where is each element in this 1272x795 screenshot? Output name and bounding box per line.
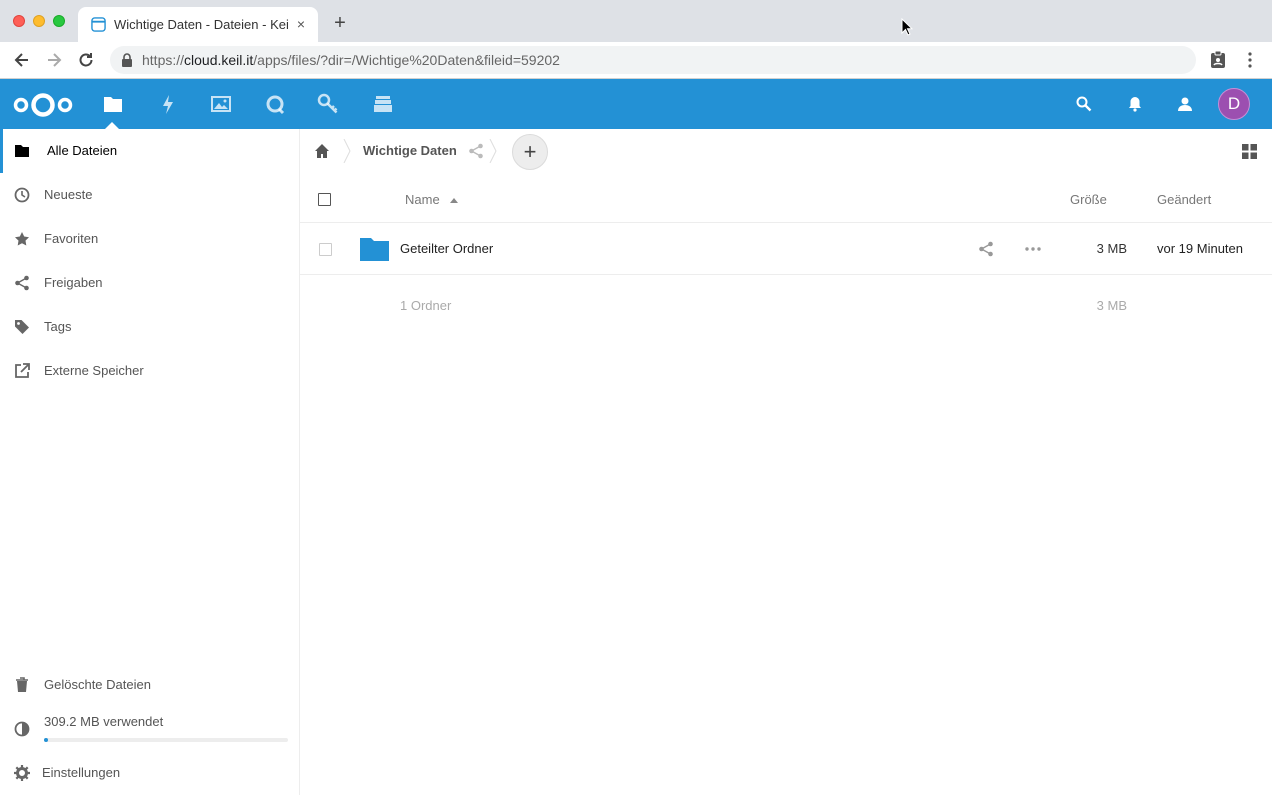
sidebar-item-shares[interactable]: Freigaben — [0, 261, 299, 305]
more-actions-icon[interactable] — [1024, 241, 1042, 257]
notifications-bell-icon[interactable] — [1126, 95, 1144, 113]
passwords-key-icon[interactable] — [317, 93, 339, 115]
sidebar-item-label: Freigaben — [44, 275, 103, 290]
file-name[interactable]: Geteilter Ordner — [400, 241, 493, 256]
breadcrumb-separator-icon — [489, 139, 497, 163]
file-size: 3 MB — [1096, 241, 1127, 256]
clipboard-extension-icon[interactable] — [1208, 50, 1228, 70]
sidebar-item-label: Alle Dateien — [47, 143, 118, 158]
activity-icon[interactable] — [157, 93, 179, 115]
app-header — [0, 79, 1272, 129]
app-content: Wichtige Daten + Name Größe Geändert Get… — [300, 129, 1272, 795]
tab-close-icon[interactable]: × — [294, 16, 308, 32]
url-host: cloud.keil.it — [184, 52, 254, 68]
star-icon — [15, 232, 29, 246]
sidebar-quota: 309.2 MB verwendet — [0, 707, 299, 751]
lock-icon — [122, 53, 132, 67]
sidebar-item-label: Neueste — [44, 187, 93, 202]
row-select-checkbox[interactable] — [319, 243, 332, 256]
sort-ascending-icon — [450, 198, 458, 203]
summary-size: 3 MB — [1096, 298, 1127, 313]
maximize-window-button[interactable] — [53, 15, 65, 27]
breadcrumb-current[interactable]: Wichtige Daten — [363, 143, 457, 158]
column-name-header[interactable]: Name — [405, 192, 440, 207]
sidebar-item-label: Einstellungen — [42, 765, 121, 780]
mouse-cursor-icon — [901, 18, 913, 36]
quota-pie-icon — [14, 721, 30, 737]
column-modified-header[interactable]: Geändert — [1157, 192, 1211, 207]
table-row[interactable]: Geteilter Ordner 3 MB vor 19 Minuten — [300, 224, 1272, 275]
contacts-icon[interactable] — [1176, 95, 1194, 113]
gear-icon — [14, 765, 30, 781]
sidebar-item-external-storage[interactable]: Externe Speicher — [0, 349, 299, 393]
new-tab-button[interactable]: + — [330, 13, 350, 33]
sidebar-item-label: Favoriten — [44, 231, 99, 246]
minimize-window-button[interactable] — [33, 15, 45, 27]
sidebar-item-settings[interactable]: Einstellungen — [0, 751, 299, 795]
url-scheme: https:// — [142, 52, 185, 68]
address-bar[interactable]: https://cloud.keil.it/apps/files/?dir=/W… — [110, 46, 1196, 74]
share-icon[interactable] — [978, 241, 994, 257]
breadcrumb: Wichtige Daten + — [300, 129, 1272, 173]
files-favicon-icon — [91, 17, 106, 32]
user-avatar[interactable]: D — [1218, 88, 1250, 120]
share-icon[interactable] — [468, 143, 484, 159]
browser-menu-icon[interactable] — [1240, 50, 1260, 70]
tab-bar: Wichtige Daten - Dateien - Kei × + — [0, 0, 1272, 42]
search-icon[interactable] — [1075, 95, 1093, 113]
browser-tab[interactable]: Wichtige Daten - Dateien - Kei × — [78, 7, 318, 42]
back-arrow-icon[interactable] — [12, 50, 32, 70]
files-app-icon[interactable] — [102, 93, 124, 115]
deck-icon[interactable] — [372, 93, 394, 115]
sidebar-item-label: Gelöschte Dateien — [44, 677, 151, 692]
clock-icon — [14, 187, 30, 203]
url-path: /apps/files/?dir=/Wichtige%20Daten&filei… — [253, 52, 560, 68]
trash-icon — [16, 677, 28, 692]
home-icon[interactable] — [314, 143, 330, 159]
column-size-header[interactable]: Größe — [1070, 192, 1107, 207]
tab-title: Wichtige Daten - Dateien - Kei — [114, 17, 289, 32]
browser-chrome: Wichtige Daten - Dateien - Kei × + https… — [0, 0, 1272, 79]
reload-icon[interactable] — [76, 50, 96, 70]
sidebar-item-all-files[interactable]: Alle Dateien — [0, 129, 299, 173]
breadcrumb-separator-icon — [343, 139, 351, 163]
active-app-indicator — [105, 122, 119, 129]
select-all-checkbox[interactable] — [318, 193, 331, 206]
quota-progress-fill — [44, 738, 48, 742]
talk-icon[interactable] — [264, 93, 286, 115]
sidebar-item-recent[interactable]: Neueste — [0, 173, 299, 217]
new-file-button[interactable]: + — [512, 134, 548, 170]
quota-label: 309.2 MB verwendet — [44, 714, 164, 729]
grid-view-icon[interactable] — [1242, 144, 1257, 159]
sidebar-item-deleted-files[interactable]: Gelöschte Dateien — [0, 663, 299, 707]
forward-arrow-icon[interactable] — [44, 50, 64, 70]
file-modified: vor 19 Minuten — [1157, 241, 1243, 256]
sidebar-item-label: Externe Speicher — [44, 363, 144, 378]
url-text: https://cloud.keil.it/apps/files/?dir=/W… — [142, 52, 560, 68]
file-list-summary: 1 Ordner 3 MB — [300, 289, 1272, 319]
file-list-header: Name Größe Geändert — [300, 179, 1272, 223]
nextcloud-logo-icon[interactable] — [12, 90, 74, 120]
quota-progress-bar — [44, 738, 288, 742]
sidebar-item-label: Tags — [44, 319, 72, 334]
sidebar-item-tags[interactable]: Tags — [0, 305, 299, 349]
folder-icon — [15, 145, 29, 157]
sidebar-item-favorites[interactable]: Favoriten — [0, 217, 299, 261]
summary-count: 1 Ordner — [400, 298, 452, 313]
app-navigation: Alle Dateien Neueste Favoriten Freigaben… — [0, 129, 300, 795]
share-icon — [15, 275, 29, 291]
external-icon — [15, 363, 30, 378]
tag-icon — [15, 320, 29, 334]
photos-icon[interactable] — [210, 93, 232, 115]
browser-toolbar: https://cloud.keil.it/apps/files/?dir=/W… — [0, 42, 1272, 79]
folder-icon — [360, 238, 389, 261]
close-window-button[interactable] — [13, 15, 25, 27]
